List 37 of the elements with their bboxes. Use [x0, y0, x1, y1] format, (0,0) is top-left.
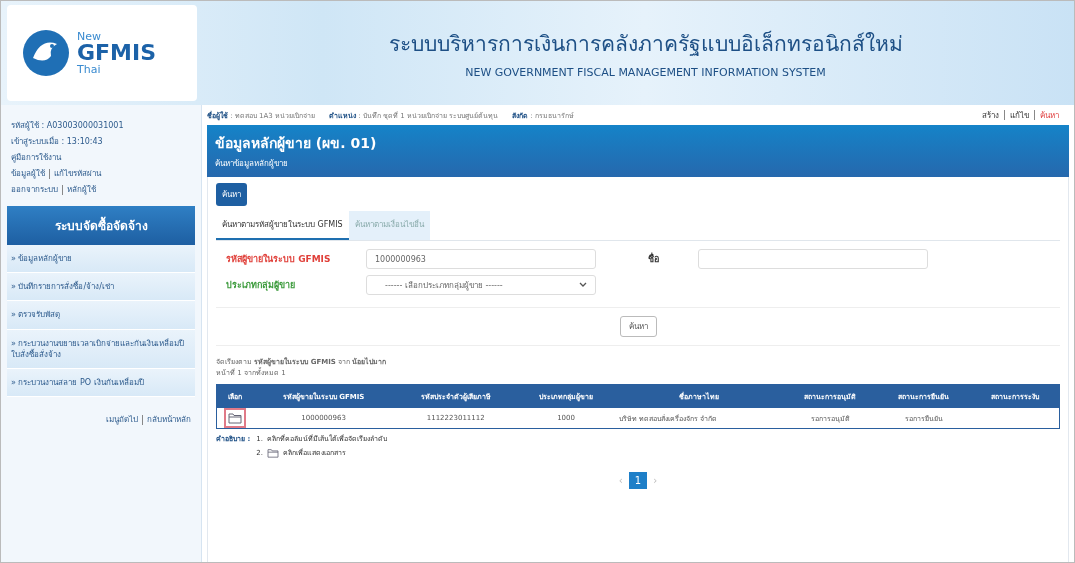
field-label: ประเภทกลุ่มผู้ขาย [226, 280, 295, 290]
action-link[interactable]: แก้ไข [1010, 108, 1029, 122]
footer-link[interactable]: กลับหน้าหลัก [147, 413, 191, 427]
action-link[interactable]: สร้าง [982, 108, 999, 122]
search-button[interactable]: ค้นหา [619, 316, 657, 337]
menu-item[interactable]: » ข้อมูลหลักผู้ขาย [7, 245, 195, 274]
chevron-down-icon [579, 282, 587, 288]
page-title: ข้อมูลหลักผู้ขาย (ผข. 01) [215, 134, 378, 154]
login-time: เข้าสู่ระบบเมื่อ : 13:10:43 [11, 135, 104, 148]
user-link[interactable]: ออกจากระบบ [11, 183, 58, 196]
search-mode-button[interactable]: ค้นหา [216, 183, 247, 206]
dropdown[interactable]: ------ เลือกประเภทกลุ่มผู้ขาย ------ [366, 275, 596, 295]
user-link[interactable]: แก้ไขรหัสผ่าน [54, 167, 101, 180]
footer-link[interactable]: เมนูถัดไป [106, 413, 138, 427]
logo-text: Thai [77, 64, 102, 75]
user-link[interactable]: ข้อมูลผู้ใช้ [11, 167, 45, 180]
manual-link[interactable]: คู่มือการใช้งาน [11, 151, 191, 164]
menu-item[interactable]: » กระบวนงานสลาย PO เงินกันเหลื่อมปี [7, 368, 195, 398]
menu-item[interactable]: » ตรวจรับพัสดุ [7, 301, 195, 330]
field-label: รหัสผู้ขายในระบบ GFMIS [226, 254, 331, 264]
system-subtitle: NEW GOVERNMENT FISCAL MANAGEMENT INFORMATION SYSTEM [465, 66, 826, 79]
user-id: รหัสผู้ใช้ : A03003000031001 [11, 120, 125, 132]
folder-icon [266, 447, 279, 458]
system-title: ระบบบริหารการเงินการคลังภาครัฐแบบอิเล็กทรอนิกส์ใหม่ [388, 29, 903, 58]
logo-text: New [77, 31, 102, 42]
menu-item[interactable]: » บันทึกรายการสั่งซื้อ/จ้าง/เช่า [7, 273, 195, 302]
menu-item[interactable]: » กระบวนงานขยายเวลาเบิกจ่ายและกันเงินเหลื่อมปี ใบสั่งซื้อสั่งจ้าง [7, 329, 195, 369]
field-label: ชื่อ [648, 254, 659, 264]
input-field[interactable] [698, 249, 928, 269]
logo-icon [21, 28, 71, 78]
logo-text: GFMIS [77, 42, 156, 64]
page-subtitle: ค้นหาข้อมูลหลักผู้ขาย [215, 158, 289, 170]
user-link[interactable]: หลักผู้ใช้ [67, 183, 96, 196]
action-link[interactable]: ค้นหา [1040, 108, 1059, 122]
page-number[interactable]: 1 [628, 472, 648, 489]
input-field[interactable]: 1000000963 [366, 249, 596, 269]
menu-title: ระบบจัดซื้อจัดจ้าง [7, 206, 195, 245]
